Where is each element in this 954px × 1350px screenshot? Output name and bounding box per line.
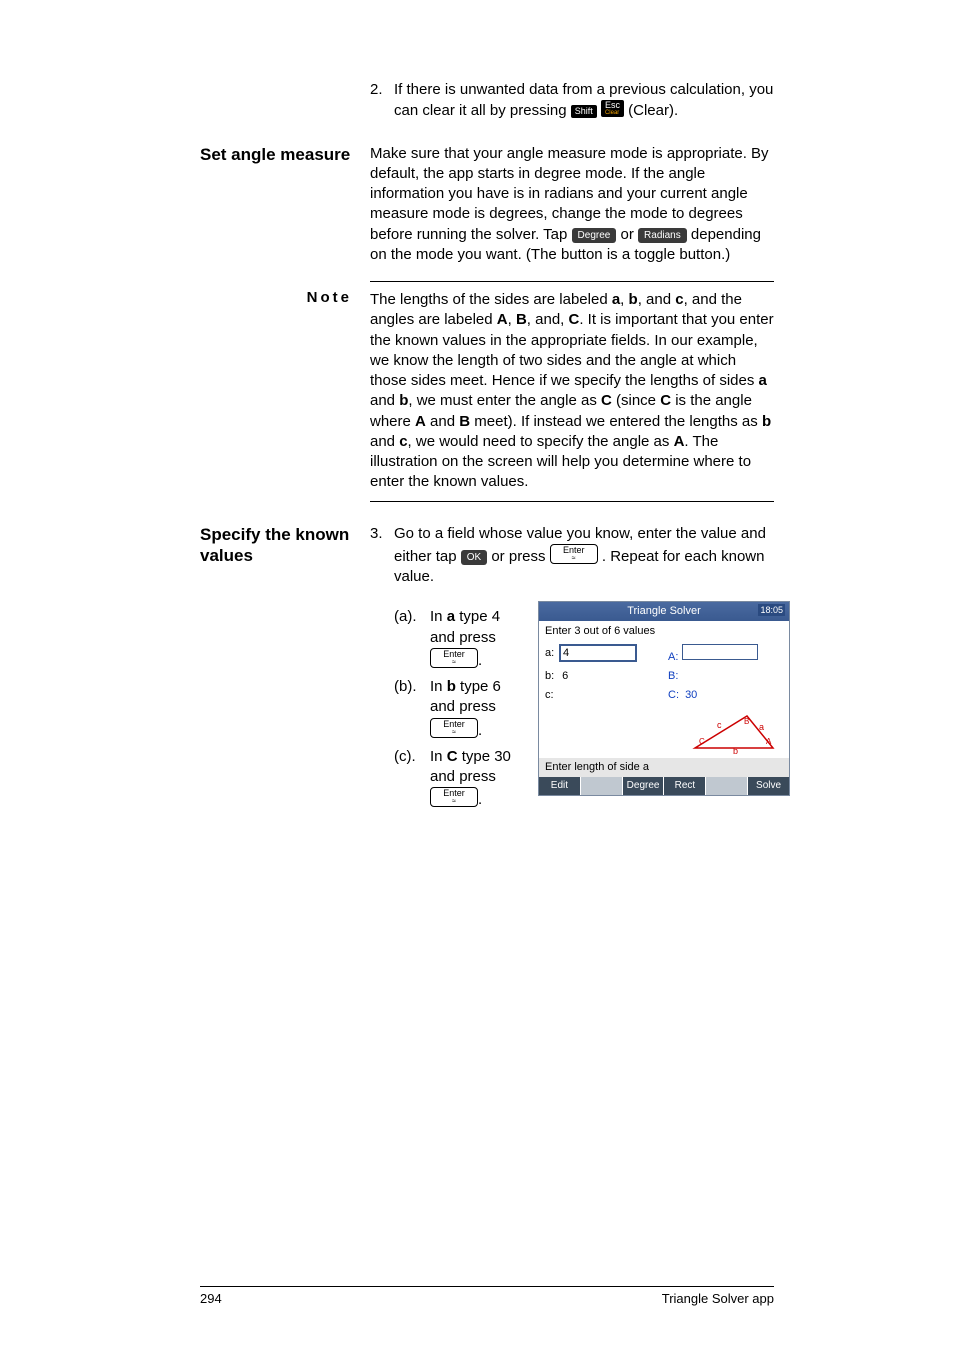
specify-heading: Specify the known values xyxy=(200,524,352,567)
ss-btn-blank2 xyxy=(706,777,748,795)
enter-key-icon: Enter ≈ xyxy=(430,648,478,668)
sub-b-marker: (b). xyxy=(394,677,430,741)
degree-soft-button: Degree xyxy=(572,228,617,244)
ss-label-A: A: xyxy=(668,650,682,665)
set-angle-measure-section: Set angle measure Make sure that your an… xyxy=(200,144,774,266)
triangle-solver-screenshot: Triangle Solver 18:05 Enter 3 out of 6 v… xyxy=(538,601,790,796)
ss-label-c: c: xyxy=(545,688,559,703)
ss-input-A[interactable] xyxy=(682,644,758,660)
page-footer: 294 Triangle Solver app xyxy=(200,1286,774,1306)
set-angle-heading: Set angle measure xyxy=(200,144,352,165)
ss-label-b: b: xyxy=(545,669,559,684)
triangle-diagram-icon: a c b A B C xyxy=(689,710,779,754)
step-2-row: 2. If there is unwanted data from a prev… xyxy=(200,80,774,128)
ss-label-a: a: xyxy=(545,646,559,661)
sub-c-text: In C type 30 and press Enter ≈ . xyxy=(430,747,524,811)
ss-btn-degree[interactable]: Degree xyxy=(623,777,665,795)
ss-label-B: B: xyxy=(668,669,682,684)
ss-subtitle: Enter 3 out of 6 values xyxy=(539,621,789,642)
svg-text:c: c xyxy=(717,720,722,730)
ss-btn-rect[interactable]: Rect xyxy=(664,777,706,795)
sub-c-marker: (c). xyxy=(394,747,430,811)
note-label: Note xyxy=(200,289,352,306)
enter-key-icon: Enter ≈ xyxy=(430,718,478,738)
sub-a-text: In a type 4 and press Enter ≈ . xyxy=(430,607,524,671)
enter-key-icon: Enter ≈ xyxy=(430,787,478,807)
note-body: The lengths of the sides are labeled a, … xyxy=(370,281,774,502)
set-angle-body: Make sure that your angle measure mode i… xyxy=(370,144,774,266)
ss-btn-solve[interactable]: Solve xyxy=(748,777,789,795)
ss-button-bar: Edit Degree Rect Solve xyxy=(539,777,789,795)
step-2-text: If there is unwanted data from a previou… xyxy=(394,80,774,122)
ss-value-b: 6 xyxy=(562,670,568,682)
ss-btn-blank1 xyxy=(581,777,623,795)
ss-time: 18:05 xyxy=(758,604,785,616)
svg-text:C: C xyxy=(699,737,705,746)
step-2-marker: 2. xyxy=(370,80,394,122)
note-section: Note The lengths of the sides are labele… xyxy=(200,281,774,502)
step-3-marker: 3. xyxy=(370,524,394,817)
sub-b-text: In b type 6 and press Enter ≈ . xyxy=(430,677,524,741)
shift-key-icon: Shift xyxy=(571,105,597,118)
sub-a-marker: (a). xyxy=(394,607,430,671)
svg-text:b: b xyxy=(733,746,738,754)
svg-text:A: A xyxy=(766,737,772,746)
svg-text:a: a xyxy=(759,722,764,732)
esc-clear-key-icon: Esc Clear xyxy=(601,100,624,117)
ss-title: Triangle Solver xyxy=(627,605,701,617)
ok-soft-button: OK xyxy=(461,550,487,566)
footer-title: Triangle Solver app xyxy=(662,1291,774,1306)
ss-label-C: C: xyxy=(668,688,682,703)
specify-known-values-section: Specify the known values 3. Go to a fiel… xyxy=(200,524,774,823)
radians-soft-button: Radians xyxy=(638,228,687,244)
step-3-body: Go to a field whose value you know, ente… xyxy=(394,524,790,817)
ss-value-C: 30 xyxy=(685,689,697,701)
page-number: 294 xyxy=(200,1291,222,1306)
enter-key-icon: Enter ≈ xyxy=(550,544,598,564)
ss-input-a[interactable]: 4 xyxy=(559,644,637,662)
ss-btn-edit[interactable]: Edit xyxy=(539,777,581,795)
ss-hint: Enter length of side a xyxy=(539,758,789,777)
svg-text:B: B xyxy=(744,717,749,726)
